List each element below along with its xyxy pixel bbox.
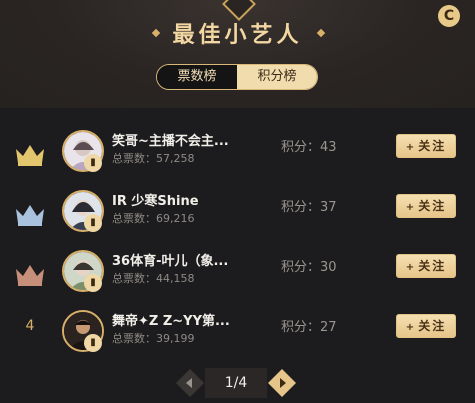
list-item: 4 ▮ 舞帝✦Z Z~YY第... 总票数：39,199 积分：27 + 关注 — [0, 310, 475, 370]
prev-page-icon[interactable] — [175, 368, 205, 398]
tab-points[interactable]: 积分榜 — [237, 65, 317, 89]
crown-icon — [16, 265, 44, 286]
crown-icon — [16, 145, 44, 166]
ranking-tabs: 票数榜 积分榜 — [156, 64, 318, 90]
crown-icon — [16, 205, 44, 226]
pagination: 1/4 — [175, 368, 297, 398]
total-votes: 总票数：69,216 — [112, 212, 195, 225]
follow-button[interactable]: + 关注 — [396, 254, 456, 278]
mic-icon: ▮ — [84, 334, 102, 352]
mic-icon: ▮ — [84, 154, 102, 172]
ranking-list: ▮ 笑哥~主播不会主... 总票数：57,258 积分：43 + 关注 ▮ IR … — [0, 108, 475, 352]
points: 积分：43 — [281, 140, 337, 155]
list-item: ▮ 笑哥~主播不会主... 总票数：57,258 积分：43 + 关注 — [0, 130, 475, 190]
list-item: ▮ IR 少寒Shine 总票数：69,216 积分：37 + 关注 — [0, 190, 475, 250]
artist-name[interactable]: 舞帝✦Z Z~YY第... — [112, 310, 230, 329]
tab-votes[interactable]: 票数榜 — [157, 65, 237, 89]
points: 积分：30 — [281, 260, 337, 275]
artist-name[interactable]: IR 少寒Shine — [112, 190, 199, 209]
list-item: ▮ 36体育-叶儿（象... 总票数：44,158 积分：30 + 关注 — [0, 250, 475, 310]
follow-button[interactable]: + 关注 — [396, 134, 456, 158]
total-votes: 总票数：39,199 — [112, 332, 195, 345]
follow-button[interactable]: + 关注 — [396, 314, 456, 338]
points: 积分：27 — [281, 320, 337, 335]
refresh-icon[interactable]: C — [438, 5, 460, 27]
mic-icon: ▮ — [84, 214, 102, 232]
header: 最佳小艺人 C 票数榜 积分榜 — [0, 0, 475, 108]
artist-name[interactable]: 36体育-叶儿（象... — [112, 250, 228, 269]
next-page-icon[interactable] — [267, 368, 297, 398]
page-indicator: 1/4 — [205, 368, 267, 398]
total-votes: 总票数：44,158 — [112, 272, 195, 285]
mic-icon: ▮ — [84, 274, 102, 292]
total-votes: 总票数：57,258 — [112, 152, 195, 165]
page-title: 最佳小艺人 — [172, 23, 303, 48]
artist-name[interactable]: 笑哥~主播不会主... — [112, 130, 229, 149]
points: 积分：37 — [281, 200, 337, 215]
rank-number: 4 — [25, 318, 35, 334]
follow-button[interactable]: + 关注 — [396, 194, 456, 218]
